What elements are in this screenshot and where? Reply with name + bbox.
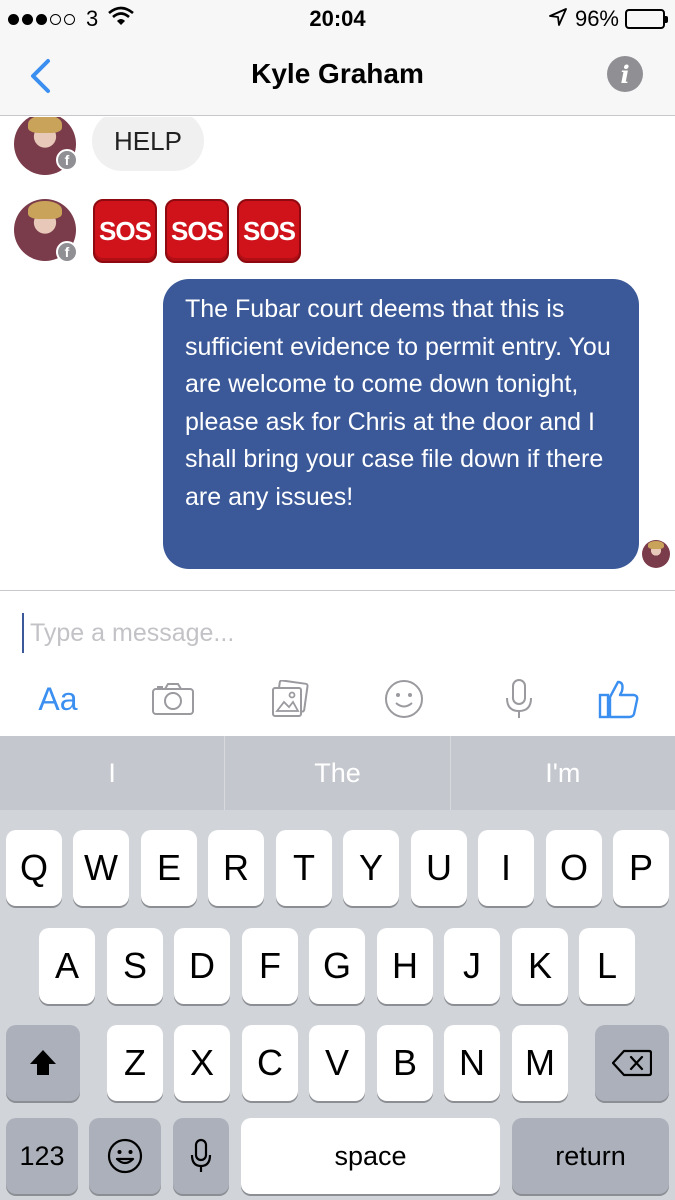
carrier-label: 3: [86, 6, 99, 31]
key-w[interactable]: W: [73, 830, 129, 906]
key-n[interactable]: N: [444, 1025, 500, 1101]
key-g[interactable]: G: [309, 928, 365, 1004]
signal-dot: [8, 13, 19, 25]
sos-emoji: SOS: [165, 199, 229, 263]
key-t[interactable]: T: [276, 830, 332, 906]
nav-bar: Kyle Graham i: [0, 38, 675, 116]
incoming-message[interactable]: HELP: [92, 117, 204, 171]
voice-message-button[interactable]: [502, 671, 536, 727]
delete-key[interactable]: [595, 1025, 669, 1101]
camera-icon: [152, 683, 194, 715]
battery-percent: 96%: [574, 6, 619, 31]
key-j[interactable]: J: [444, 928, 500, 1004]
wifi-icon: [108, 6, 135, 32]
signal-dot: [36, 13, 47, 25]
thumbs-up-icon: [598, 680, 639, 719]
key-a[interactable]: A: [39, 928, 95, 1004]
key-e[interactable]: E: [141, 830, 197, 906]
text-style-button[interactable]: Aa: [30, 671, 86, 727]
shift-key[interactable]: [6, 1025, 80, 1101]
signal-dot: [64, 13, 75, 25]
facebook-badge-icon: f: [56, 241, 78, 263]
photo-icon: [272, 680, 309, 717]
battery-icon: [625, 9, 668, 29]
return-key[interactable]: return: [512, 1118, 669, 1194]
key-m[interactable]: M: [512, 1025, 568, 1101]
keyboard: I The I'm Q W E R T Y U I O P A S D F G …: [0, 736, 675, 1200]
facebook-badge-icon: f: [56, 149, 78, 171]
dictation-key[interactable]: [173, 1118, 229, 1194]
numbers-key[interactable]: 123: [6, 1118, 78, 1194]
smiley-icon: [385, 680, 423, 718]
key-v[interactable]: V: [309, 1025, 365, 1101]
smiley-icon: [107, 1138, 143, 1174]
like-button[interactable]: [596, 671, 642, 727]
status-right: 96%: [549, 6, 668, 32]
emoji-button[interactable]: [382, 671, 426, 727]
key-z[interactable]: Z: [107, 1025, 163, 1101]
key-k[interactable]: K: [512, 928, 568, 1004]
signal-dot: [50, 13, 61, 25]
signal-and-carrier: 3: [8, 6, 135, 32]
key-s[interactable]: S: [107, 928, 163, 1004]
backspace-icon: [612, 1049, 652, 1077]
microphone-icon: [506, 679, 532, 718]
info-button[interactable]: i: [607, 56, 643, 92]
sos-emoji-message[interactable]: SOS SOS SOS: [93, 199, 309, 263]
microphone-icon: [190, 1138, 212, 1172]
key-u[interactable]: U: [411, 830, 467, 906]
conversation-title: Kyle Graham: [251, 58, 424, 89]
prediction-suggestion[interactable]: The: [225, 736, 451, 810]
predictive-bar: I The I'm: [0, 736, 675, 810]
key-c[interactable]: C: [242, 1025, 298, 1101]
status-bar: 3 20:04 96%: [0, 0, 675, 38]
prediction-suggestion[interactable]: I'm: [451, 736, 675, 810]
camera-button[interactable]: [150, 671, 196, 727]
key-h[interactable]: H: [377, 928, 433, 1004]
shift-arrow-icon: [30, 1050, 56, 1075]
read-receipt-avatar: [642, 540, 670, 568]
key-x[interactable]: X: [174, 1025, 230, 1101]
photo-gallery-button[interactable]: [268, 671, 312, 727]
sos-emoji: SOS: [237, 199, 301, 263]
key-y[interactable]: Y: [343, 830, 399, 906]
key-f[interactable]: F: [242, 928, 298, 1004]
key-d[interactable]: D: [174, 928, 230, 1004]
key-i[interactable]: I: [478, 830, 534, 906]
key-o[interactable]: O: [546, 830, 602, 906]
key-p[interactable]: P: [613, 830, 669, 906]
key-b[interactable]: B: [377, 1025, 433, 1101]
info-icon: i: [620, 59, 630, 89]
message-list[interactable]: f HELP f SOS SOS SOS The Fubar court dee…: [0, 117, 675, 590]
emoji-keyboard-key[interactable]: [89, 1118, 161, 1194]
key-r[interactable]: R: [208, 830, 264, 906]
back-button[interactable]: [22, 56, 58, 96]
outgoing-message[interactable]: The Fubar court deems that this is suffi…: [163, 279, 639, 569]
key-l[interactable]: L: [579, 928, 635, 1004]
prediction-suggestion[interactable]: I: [0, 736, 226, 810]
signal-dot: [22, 13, 33, 25]
composer-toolbar: Aa: [0, 671, 675, 727]
chevron-left-icon: [31, 59, 50, 93]
composer: Aa: [0, 590, 675, 736]
message-input[interactable]: [22, 613, 642, 653]
sos-emoji: SOS: [93, 199, 157, 263]
space-key[interactable]: space: [241, 1118, 500, 1194]
key-q[interactable]: Q: [6, 830, 62, 906]
location-arrow-icon: [549, 6, 567, 32]
